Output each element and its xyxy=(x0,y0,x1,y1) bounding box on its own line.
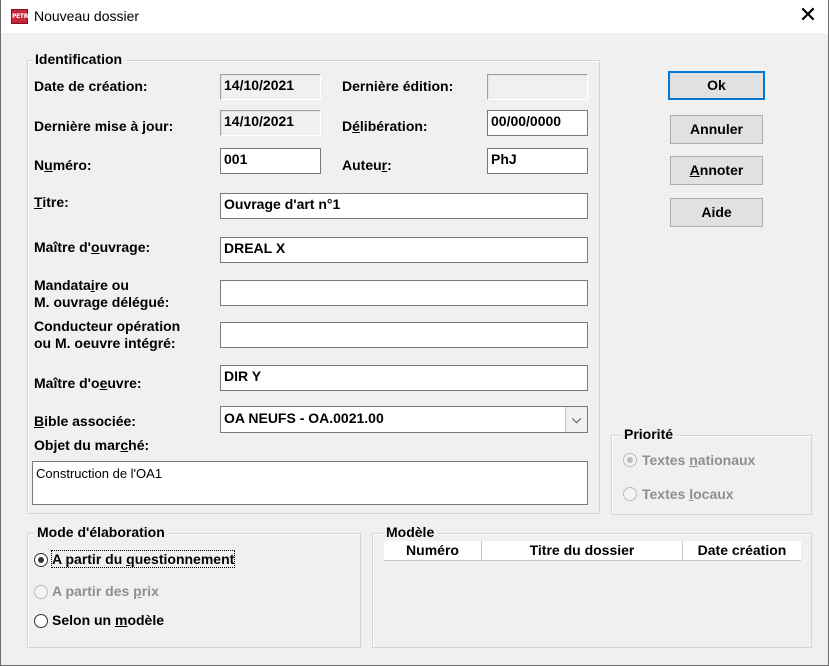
mode-prix-radio[interactable] xyxy=(34,585,48,599)
maitre-oeuvre-label: Maître d'oeuvre: xyxy=(34,375,142,391)
deliberation-input[interactable]: 00/00/0000 xyxy=(487,110,588,136)
objet-textarea[interactable]: Construction de l'OA1 xyxy=(32,461,588,505)
annoter-button[interactable]: Annoter xyxy=(670,156,763,185)
deliberation-label: Délibération: xyxy=(342,118,428,134)
close-button[interactable]: ✕ xyxy=(788,0,828,33)
column-header-titre[interactable]: Titre du dossier xyxy=(482,541,683,561)
priorite-locaux-radio[interactable] xyxy=(623,487,637,501)
auteur-input[interactable]: PhJ xyxy=(487,148,588,174)
priorite-nationaux-label: Textes nationaux xyxy=(642,452,756,468)
priorite-nationaux-radio[interactable] xyxy=(623,453,637,467)
date-creation-field: 14/10/2021 xyxy=(220,74,321,100)
conducteur-label: Conducteur opération ou M. oeuvre intégr… xyxy=(34,318,181,351)
mandataire-input[interactable] xyxy=(220,280,588,306)
mode-modele-label[interactable]: Selon un modèle xyxy=(52,612,164,628)
column-header-date[interactable]: Date création xyxy=(683,541,801,561)
numero-input[interactable]: 001 xyxy=(220,148,321,174)
derniere-edition-field xyxy=(487,74,588,100)
bible-select-value: OA NEUFS - OA.0021.00 xyxy=(224,410,384,426)
derniere-maj-label: Dernière mise à jour: xyxy=(34,118,174,134)
aide-button[interactable]: Aide xyxy=(670,198,763,227)
maitre-oeuvre-input[interactable]: DIR Y xyxy=(220,365,588,391)
dialog-window: PETRA Nouveau dossier ✕ Identification D… xyxy=(0,0,829,666)
maitre-ouvrage-label: Maître d'ouvrage: xyxy=(34,239,151,255)
auteur-label: Auteur: xyxy=(342,157,392,173)
close-icon: ✕ xyxy=(798,3,818,28)
numero-label: Numéro: xyxy=(34,157,92,173)
ok-button[interactable]: Ok xyxy=(668,71,765,100)
mode-modele-radio[interactable] xyxy=(34,614,48,628)
bible-label: Bible associée: xyxy=(34,413,136,429)
mandataire-label: Mandataire ou M. ouvrage délégué: xyxy=(34,277,170,310)
annuler-button[interactable]: Annuler xyxy=(670,115,763,144)
bible-select[interactable]: OA NEUFS - OA.0021.00 ⌵ xyxy=(220,406,588,433)
date-creation-label: Date de création: xyxy=(34,78,148,94)
window-title: Nouveau dossier xyxy=(34,8,140,24)
priorite-group xyxy=(611,435,812,515)
objet-label: Objet du marché: xyxy=(34,437,150,453)
modele-group-title: Modèle xyxy=(383,524,438,540)
conducteur-input[interactable] xyxy=(220,322,588,348)
mode-questionnement-label[interactable]: A partir du questionnement xyxy=(50,550,236,568)
derniere-maj-field: 14/10/2021 xyxy=(220,110,321,136)
bible-dropdown-button[interactable]: ⌵ xyxy=(565,407,587,432)
petra-app-icon: PETRA xyxy=(11,9,33,24)
column-header-numero[interactable]: Numéro xyxy=(384,541,482,561)
modele-table[interactable]: Numéro Titre du dossier Date création xyxy=(384,541,801,639)
titre-input[interactable]: Ouvrage d'art n°1 xyxy=(220,193,588,219)
mode-group-title: Mode d'élaboration xyxy=(34,524,168,540)
titre-label: Titre: xyxy=(34,194,69,210)
identification-group-title: Identification xyxy=(32,51,126,67)
priorite-group-title: Priorité xyxy=(621,426,677,442)
mode-prix-label: A partir des prix xyxy=(52,583,159,599)
priorite-locaux-label: Textes locaux xyxy=(642,486,734,502)
derniere-edition-label: Dernière édition: xyxy=(342,78,454,94)
title-bar: PETRA Nouveau dossier ✕ xyxy=(1,0,828,33)
maitre-ouvrage-input[interactable]: DREAL X xyxy=(220,237,588,263)
mode-questionnement-radio[interactable] xyxy=(34,553,48,567)
chevron-down-icon: ⌵ xyxy=(571,412,582,426)
